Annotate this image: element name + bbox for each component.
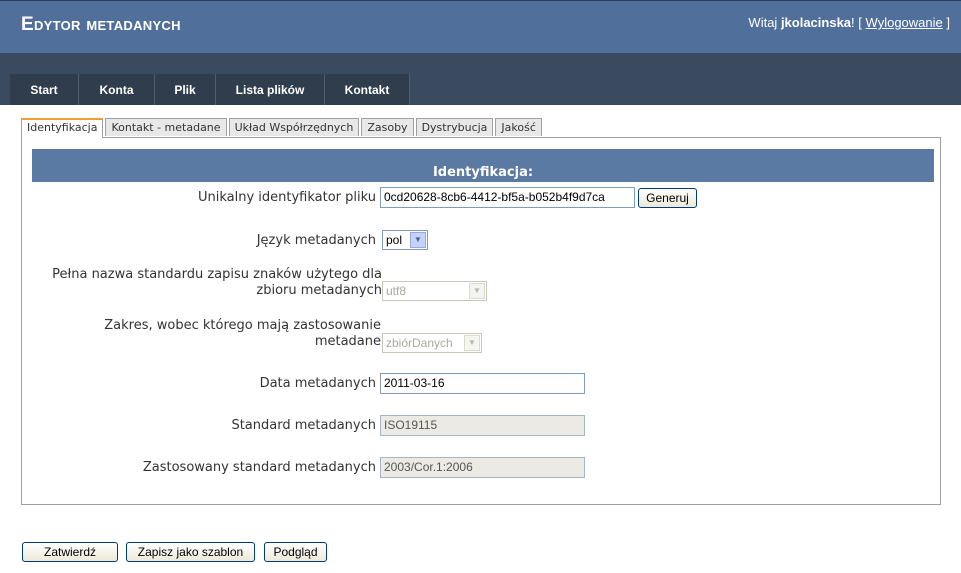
user-bar: Witaj jkolacinska! [ Wylogowanie ]	[748, 15, 950, 30]
language-label: Język metadanych	[256, 233, 376, 248]
tab-dystrybucja[interactable]: Dystrybucja	[415, 118, 494, 136]
bracket-close: ]	[946, 15, 950, 30]
scope-value: zbiórDanych	[386, 336, 453, 350]
date-input[interactable]: 2011-03-16	[380, 373, 585, 394]
logout-link[interactable]: Wylogowanie	[866, 15, 943, 30]
header-bar: Edytor metadanych Witaj jkolacinska! [ W…	[0, 0, 961, 53]
date-label: Data metadanych	[259, 376, 376, 391]
nav-tab-lista-plikow[interactable]: Lista plików	[216, 74, 325, 105]
chevron-down-icon: ▼	[469, 283, 485, 299]
nav-tab-kontakt[interactable]: Kontakt	[325, 74, 410, 105]
tab-identyfikacja[interactable]: Identyfikacja	[21, 118, 104, 138]
nav-tab-plik[interactable]: Plik	[155, 74, 216, 105]
chevron-down-icon: ▼	[410, 232, 426, 248]
scope-label-line2: metadane	[314, 334, 381, 349]
scope-label: Zakres, wobec którego mają zastosowanie …	[22, 318, 381, 350]
language-select[interactable]: pol ▼	[382, 230, 428, 250]
scope-select: zbiórDanych ▼	[382, 333, 482, 353]
bracket-open: [	[858, 15, 862, 30]
preview-button[interactable]: Podgląd	[264, 542, 327, 562]
nav-tab-start[interactable]: Start	[10, 74, 79, 105]
charset-label-line1: Pełna nazwa standardu zapisu znaków użyt…	[52, 267, 382, 282]
app-title: Edytor metadanych	[21, 14, 181, 35]
form-tabs: Identyfikacja Kontakt - metadane Układ W…	[21, 118, 544, 138]
exclaim: !	[851, 15, 855, 30]
section-header: Identyfikacja:	[32, 149, 934, 182]
tab-zasoby[interactable]: Zasoby	[361, 118, 414, 136]
chevron-down-icon: ▼	[464, 335, 480, 351]
nav-tab-konta[interactable]: Konta	[79, 74, 155, 105]
standard-version-label: Zastosowany standard metadanych	[142, 460, 376, 475]
standard-input: ISO19115	[380, 415, 585, 436]
main-nav: Start Konta Plik Lista plików Kontakt	[0, 53, 961, 105]
charset-value: utf8	[386, 284, 407, 298]
language-value: pol	[386, 233, 403, 247]
save-template-button[interactable]: Zapisz jako szablon	[126, 542, 255, 562]
file-id-input[interactable]: 0cd20628-8cb6-4412-bf5a-b052b4f9d7ca	[380, 187, 635, 208]
file-id-label: Unikalny identyfikator pliku	[197, 190, 376, 205]
tab-jakosc[interactable]: Jakość	[495, 118, 542, 136]
charset-label: Pełna nazwa standardu zapisu znaków użyt…	[22, 267, 382, 299]
charset-select: utf8 ▼	[382, 281, 487, 301]
tab-kontakt-metadane[interactable]: Kontakt - metadane	[105, 118, 227, 136]
form-panel: Identyfikacja: Unikalny identyfikator pl…	[21, 137, 941, 505]
tab-uklad-wspolrzednych[interactable]: Układ Współrzędnych	[228, 118, 360, 136]
charset-label-line2: zbioru metadanych	[256, 283, 382, 298]
standard-label: Standard metadanych	[231, 418, 376, 433]
greeting-text: Witaj	[748, 15, 778, 30]
standard-version-input: 2003/Cor.1:2006	[380, 457, 585, 478]
submit-button[interactable]: Zatwierdź	[22, 542, 118, 562]
generate-button[interactable]: Generuj	[638, 188, 697, 208]
scope-label-line1: Zakres, wobec którego mają zastosowanie	[104, 318, 381, 333]
username: jkolacinska	[780, 15, 852, 30]
